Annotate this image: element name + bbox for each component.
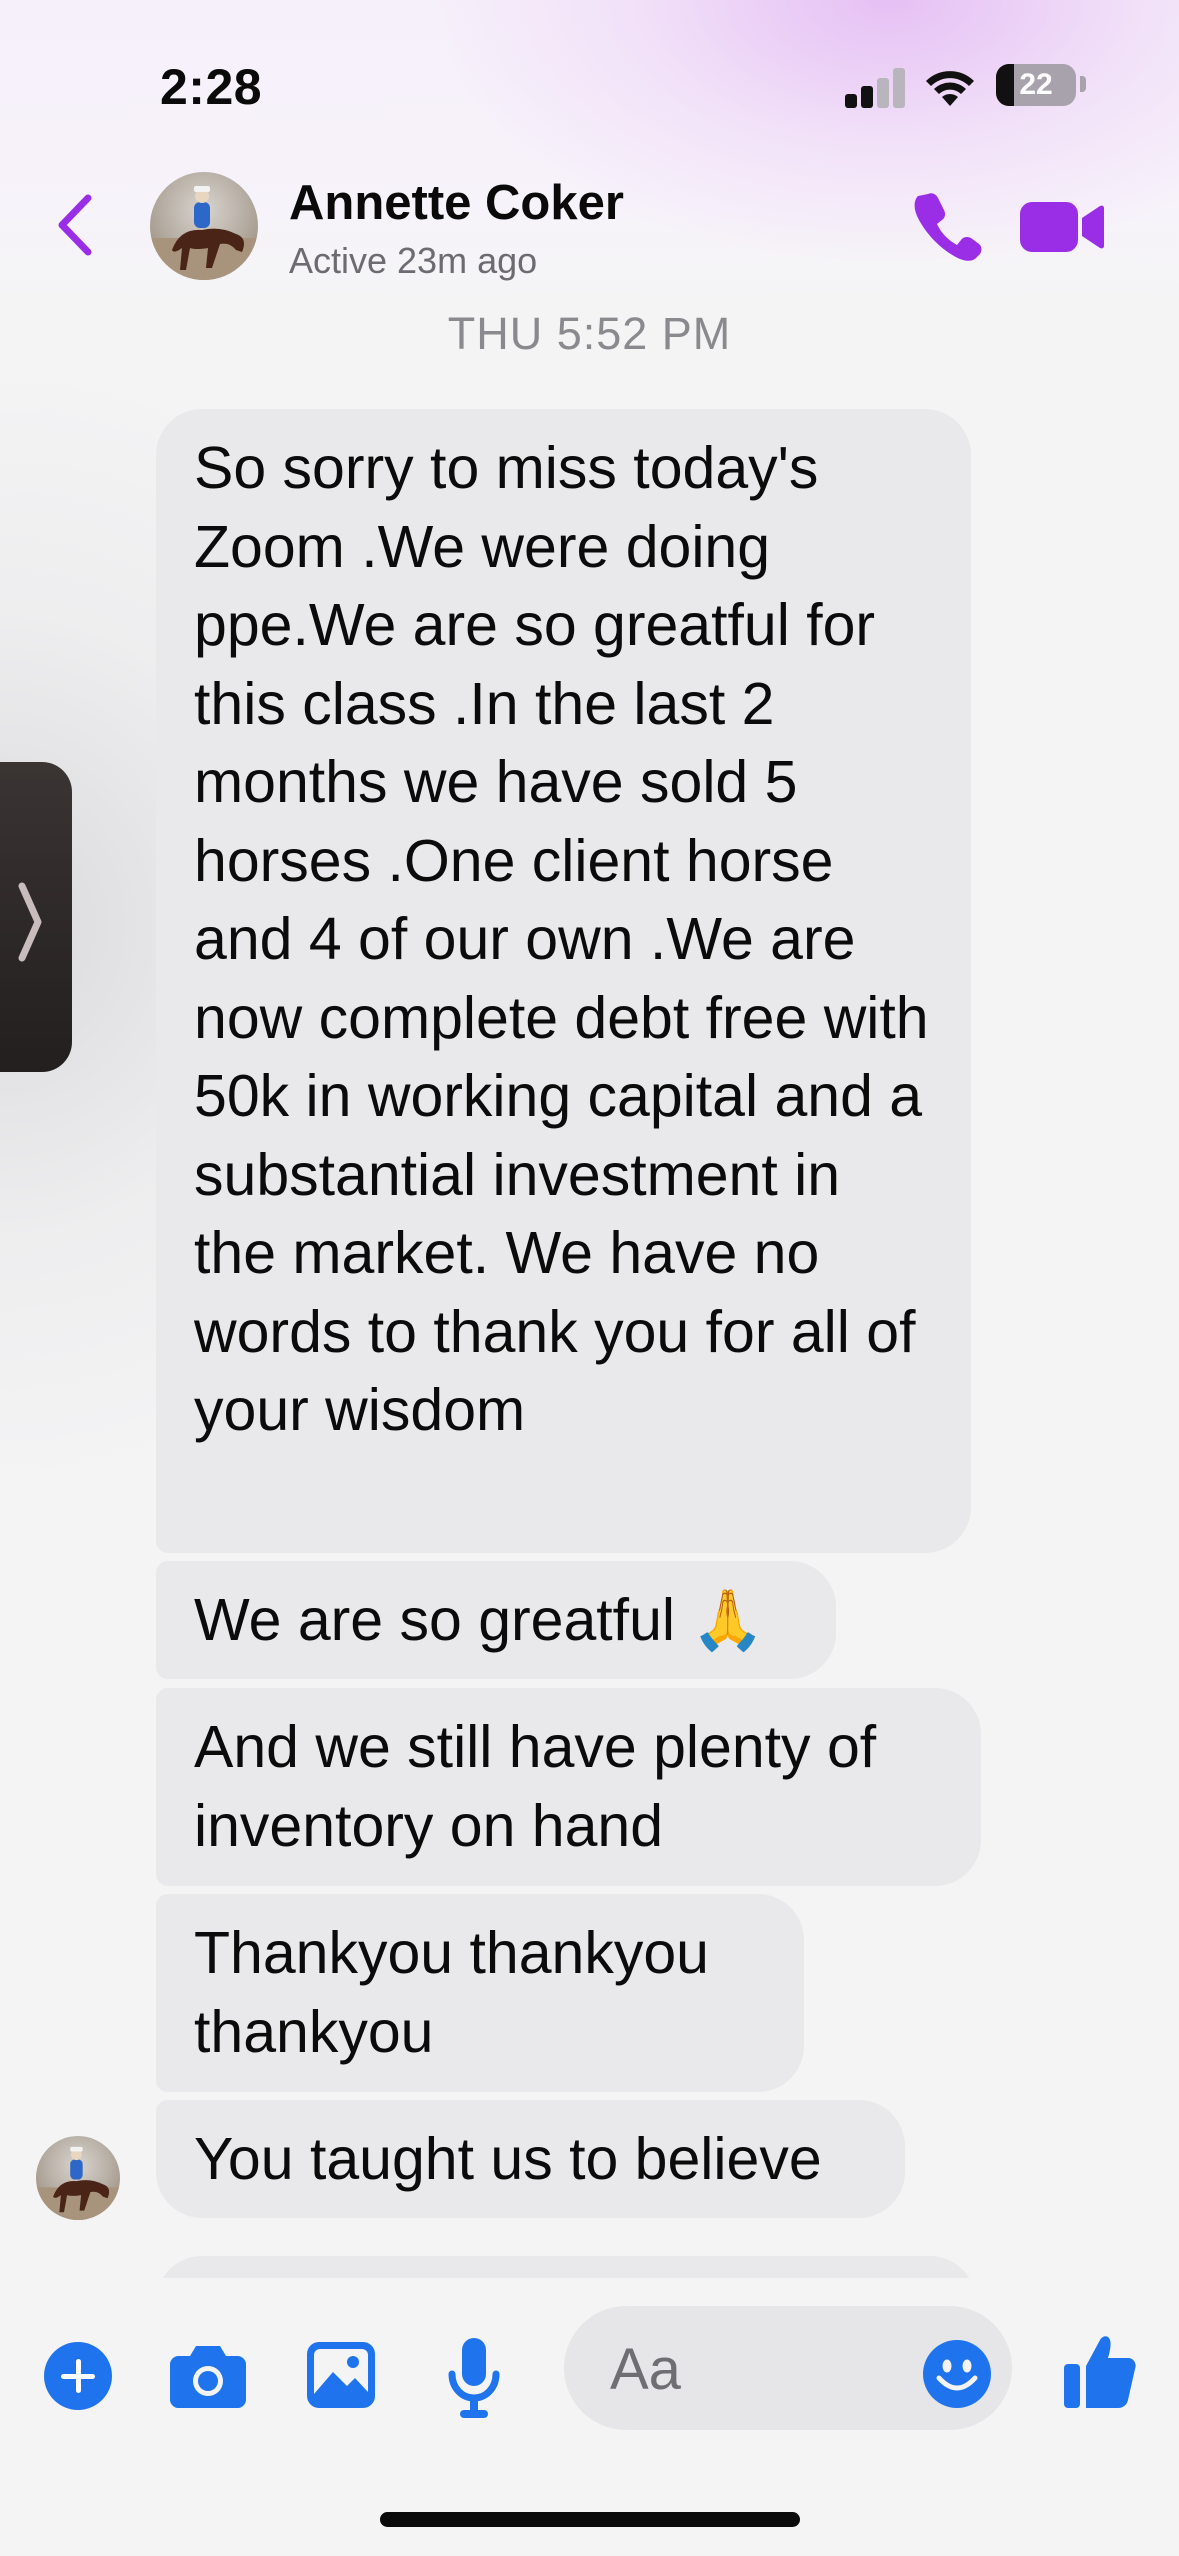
message-bubble[interactable]: And we still have plenty of inventory on… bbox=[156, 1688, 981, 1886]
chevron-right-icon bbox=[18, 882, 42, 962]
message-input-placeholder: Aa bbox=[610, 2337, 681, 2402]
status-time: 2:28 bbox=[160, 59, 263, 115]
microphone-icon[interactable] bbox=[448, 2338, 500, 2418]
contact-active-status: Active 23m ago bbox=[289, 240, 538, 281]
avatar-photo-icon bbox=[36, 2146, 120, 2220]
thread-timestamp: THU 5:52 PM bbox=[447, 308, 732, 359]
sender-avatar[interactable] bbox=[36, 2136, 120, 2220]
message-bubble[interactable]: So sorry to miss today's Zoom .We were d… bbox=[156, 409, 971, 1553]
cellular-signal-icon bbox=[845, 68, 907, 108]
side-drawer-handle[interactable] bbox=[0, 762, 72, 1072]
video-camera-icon[interactable] bbox=[1020, 198, 1104, 256]
image-icon[interactable] bbox=[307, 2342, 375, 2408]
battery-level: 22 bbox=[1019, 68, 1053, 101]
plus-icon[interactable] bbox=[44, 2342, 112, 2410]
message-bubble[interactable]: Thankyou thankyou thankyou bbox=[156, 1894, 804, 2092]
wifi-icon bbox=[926, 71, 974, 106]
avatar-photo-icon bbox=[150, 186, 258, 280]
message-bubble[interactable]: We are so greatful 🙏 bbox=[156, 1561, 836, 1679]
contact-avatar[interactable] bbox=[150, 172, 258, 280]
back-chevron-icon[interactable] bbox=[50, 190, 100, 260]
contact-name[interactable]: Annette Coker bbox=[289, 175, 624, 231]
battery-icon: 22 bbox=[996, 64, 1076, 106]
phone-icon[interactable] bbox=[912, 190, 982, 262]
message-bubble[interactable]: You taught us to believe bbox=[156, 2100, 905, 2218]
camera-icon[interactable] bbox=[170, 2342, 246, 2408]
emoji-icon[interactable] bbox=[923, 2340, 991, 2408]
home-indicator[interactable] bbox=[380, 2512, 800, 2527]
battery-tip bbox=[1080, 76, 1086, 92]
thumbs-up-icon[interactable] bbox=[1064, 2334, 1136, 2408]
